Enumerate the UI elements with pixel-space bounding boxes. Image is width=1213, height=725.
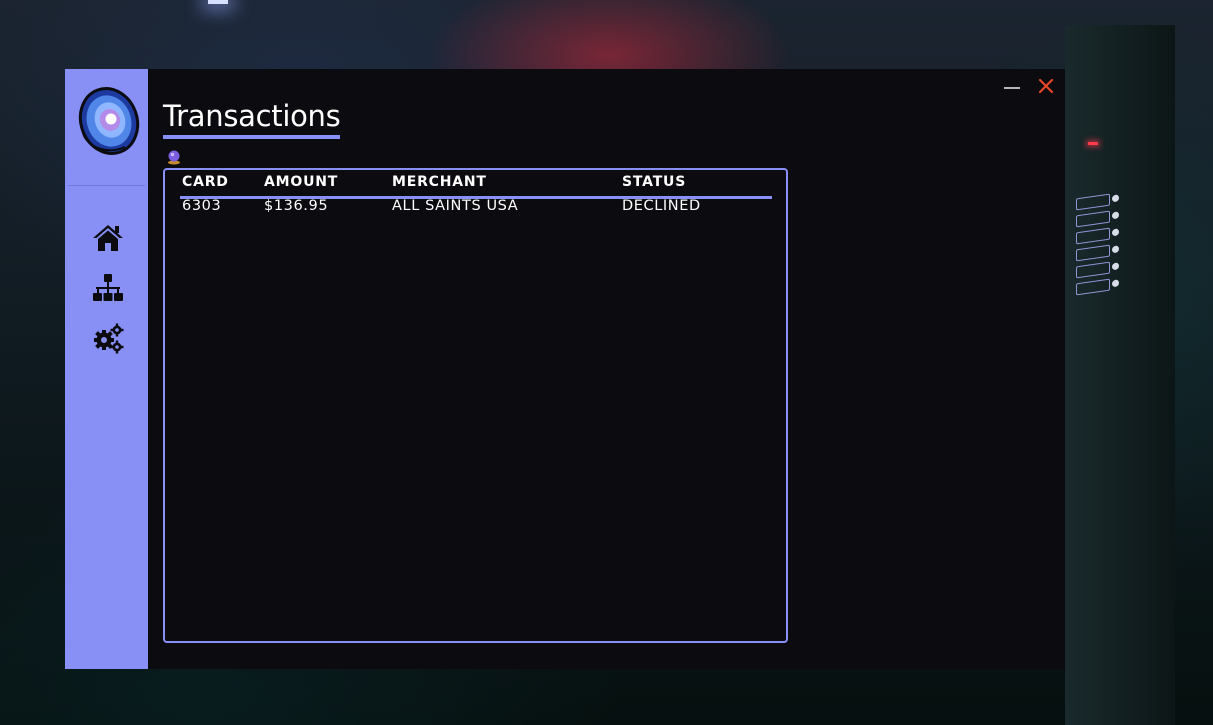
galaxy-logo-icon — [77, 83, 141, 159]
background-drive-slots — [1076, 193, 1110, 298]
gears-icon — [94, 323, 124, 354]
table-header: CARD AMOUNT MERCHANT STATUS — [180, 174, 772, 199]
column-header-card: CARD — [182, 174, 229, 190]
close-button[interactable] — [1033, 75, 1059, 97]
nav-network[interactable] — [92, 272, 124, 304]
app-window: Transactions CARD AMOUNT MERCHANT STATUS… — [65, 69, 1065, 669]
sidebar-divider — [68, 185, 145, 186]
page-title: Transactions — [163, 99, 341, 139]
background-pc-tower — [1065, 25, 1175, 725]
home-icon — [93, 225, 123, 251]
nav-home[interactable] — [92, 222, 124, 254]
cell-merchant: ALL SAINTS USA — [392, 198, 519, 214]
table-row[interactable]: 6303 $136.95 ALL SAINTS USA DECLINED — [180, 198, 772, 220]
sitemap-icon — [93, 274, 123, 301]
close-icon — [1038, 78, 1054, 94]
background-light — [208, 0, 228, 4]
background-red-led — [1088, 142, 1098, 145]
nav-settings[interactable] — [92, 322, 124, 354]
transactions-table: CARD AMOUNT MERCHANT STATUS 6303 $136.95… — [163, 168, 788, 643]
minimize-button[interactable] — [999, 75, 1025, 97]
cell-status: DECLINED — [622, 198, 701, 214]
column-header-merchant: MERCHANT — [392, 174, 487, 190]
column-header-amount: AMOUNT — [264, 174, 339, 190]
cell-amount: $136.95 — [264, 198, 329, 214]
column-header-status: STATUS — [622, 174, 687, 190]
sidebar — [65, 69, 148, 669]
crystal-ball-icon — [166, 149, 182, 165]
cell-card: 6303 — [182, 198, 222, 214]
